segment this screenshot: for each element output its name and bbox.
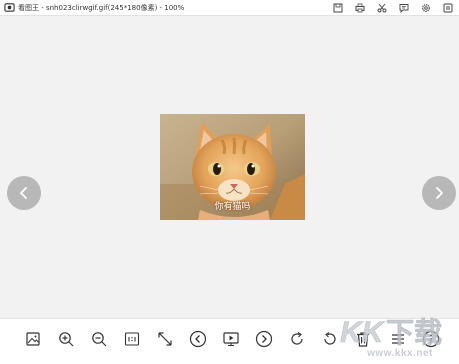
- zoom-in-icon[interactable]: [55, 328, 77, 350]
- window-title: 看图王 - snh023clirwgif.gif(245*180像素) - 10…: [18, 3, 185, 12]
- rotate-right-icon[interactable]: [286, 328, 308, 350]
- fit-window-icon[interactable]: [154, 328, 176, 350]
- svg-text:下载: 下载: [386, 316, 442, 348]
- watermark-logo: KK 下载: [340, 316, 443, 348]
- previous-button[interactable]: [7, 176, 41, 210]
- cut-icon[interactable]: [371, 0, 393, 16]
- svg-text:KK: KK: [340, 316, 386, 348]
- app-menu-icon[interactable]: [437, 0, 459, 16]
- print-icon[interactable]: [349, 0, 371, 16]
- image-gallery-icon[interactable]: [22, 328, 44, 350]
- watermark-url: www.kkx.net: [367, 348, 433, 359]
- displayed-image: 你有猫吗: [160, 114, 305, 220]
- app-logo-icon: [2, 1, 16, 15]
- zoom-out-icon[interactable]: [88, 328, 110, 350]
- settings-icon[interactable]: [415, 0, 437, 16]
- previous-image-icon[interactable]: [187, 328, 209, 350]
- image-caption: 你有猫吗: [214, 202, 251, 212]
- chevron-right-icon: [436, 187, 443, 199]
- actual-size-icon[interactable]: [121, 328, 143, 350]
- chevron-left-icon: [20, 187, 27, 199]
- title-bar: 看图王 - snh023clirwgif.gif(245*180像素) - 10…: [0, 0, 459, 16]
- slideshow-icon[interactable]: [220, 328, 242, 350]
- watermark: KK 下载 www.kkx.net: [338, 312, 456, 362]
- message-icon[interactable]: [393, 0, 415, 16]
- next-button[interactable]: [422, 176, 456, 210]
- next-image-icon[interactable]: [253, 328, 275, 350]
- save-icon[interactable]: [327, 0, 349, 16]
